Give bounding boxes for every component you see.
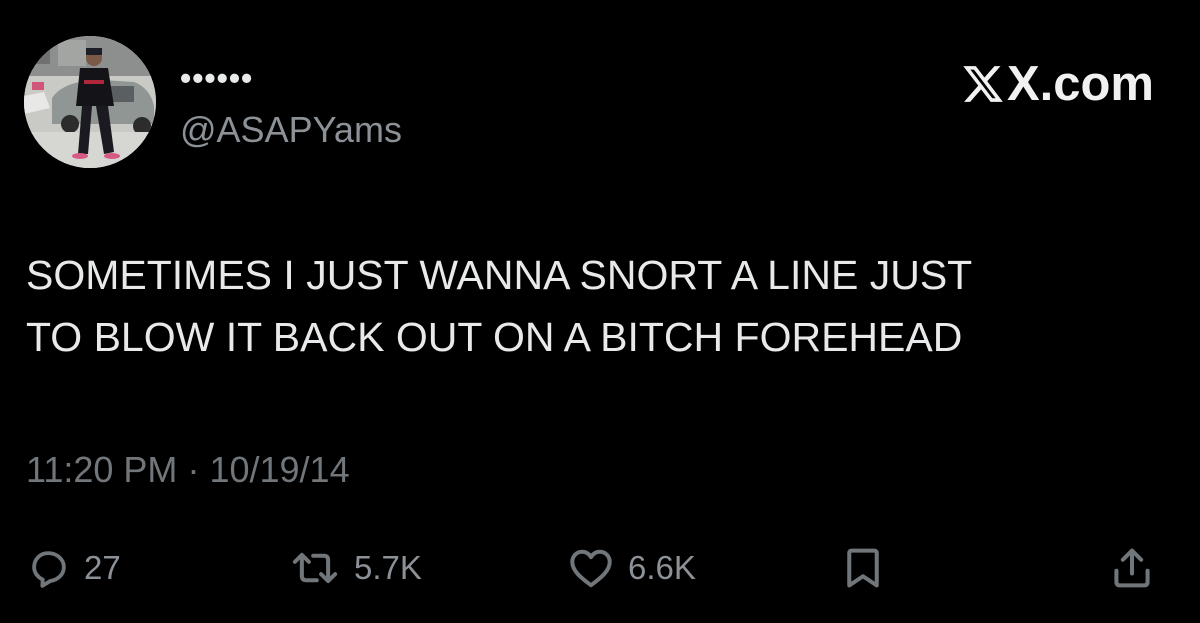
repost-count: 5.7K	[354, 549, 422, 586]
reply-button[interactable]: 27	[28, 540, 121, 596]
bookmark-icon	[847, 548, 879, 588]
brand-text: X.com	[1006, 57, 1154, 111]
tweet-date: 10/19/14	[209, 449, 350, 490]
reply-icon	[32, 551, 66, 588]
bookmark-button[interactable]	[844, 540, 882, 596]
reply-count: 27	[84, 549, 121, 586]
repost-button[interactable]: 5.7K	[290, 540, 422, 596]
x-logo-icon	[963, 66, 1003, 102]
share-button[interactable]	[1110, 540, 1154, 596]
repost-icon	[292, 552, 338, 584]
like-icon	[570, 549, 612, 588]
user-handle[interactable]: @ASAPYams	[180, 108, 402, 152]
like-count: 6.6K	[628, 549, 696, 586]
brand-watermark: X.com	[961, 56, 1154, 112]
display-name[interactable]: ••••••	[180, 58, 253, 98]
action-bar: 27 5.7K 6.6K	[0, 540, 1200, 596]
profile-photo-icon	[24, 36, 156, 168]
tweet-time: 11:20 PM	[26, 449, 178, 490]
avatar[interactable]	[24, 36, 156, 168]
tweet-timestamp[interactable]: 11:20 PM · 10/19/14	[26, 448, 350, 492]
tweet-text: SOMETIMES I JUST WANNA SNORT A LINE JUST…	[26, 244, 1176, 368]
tweet-card: •••••• @ASAPYams X.com SOMETIMES I JUST …	[0, 0, 1200, 623]
tweet-line: TO BLOW IT BACK OUT ON A BITCH FOREHEAD	[26, 314, 963, 360]
share-icon	[1114, 548, 1150, 588]
like-button[interactable]: 6.6K	[568, 540, 696, 596]
tweet-line: SOMETIMES I JUST WANNA SNORT A LINE JUST	[26, 252, 973, 298]
meta-separator: ·	[187, 449, 200, 490]
